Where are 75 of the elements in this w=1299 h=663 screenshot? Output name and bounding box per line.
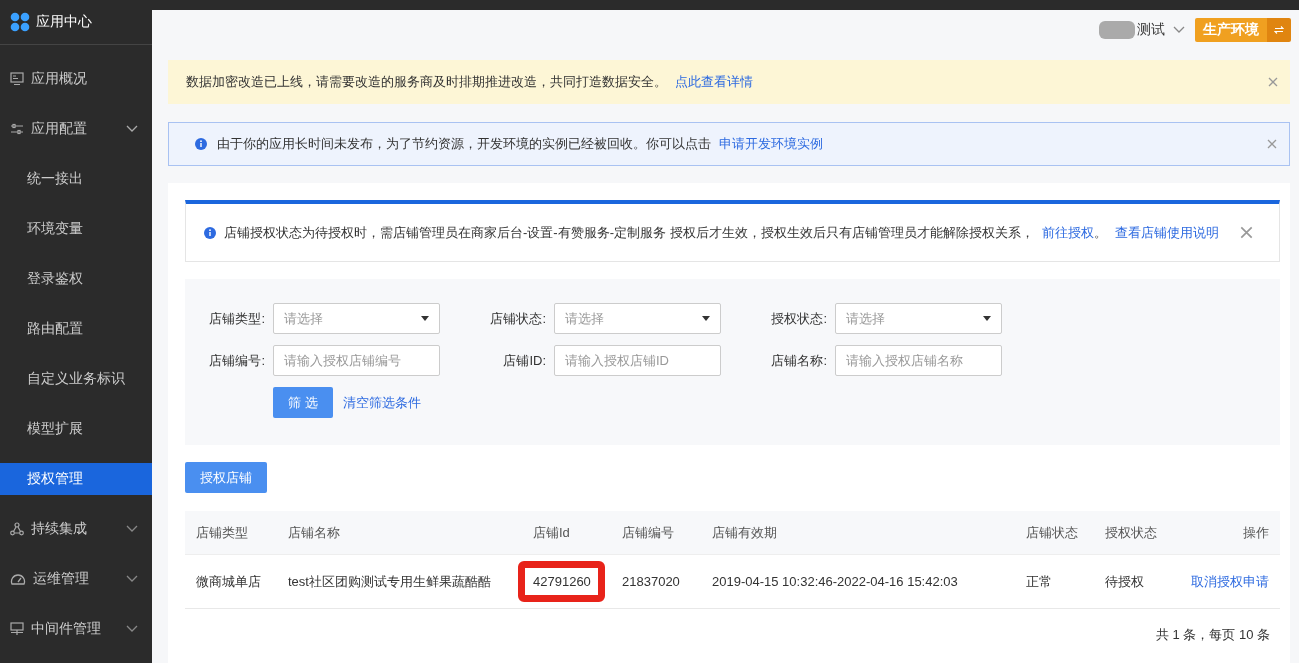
menu-item[interactable]: 自定义业务标识 (0, 363, 152, 395)
close-icon[interactable] (1267, 139, 1277, 149)
filter-label: 店铺状态: (489, 309, 546, 328)
menu-item[interactable]: 中间件管理 (0, 613, 152, 645)
menu-item[interactable]: 运维管理 (0, 563, 152, 595)
column-header: 店铺名称 (288, 523, 341, 542)
menu-item[interactable]: 应用概况 (0, 63, 152, 95)
close-icon[interactable] (1240, 226, 1253, 239)
alert-link[interactable]: 查看店铺使用说明 (1114, 224, 1219, 240)
select-field[interactable]: 请选择 (554, 303, 721, 334)
column-header: 操作 (1242, 523, 1269, 542)
nodes-icon (10, 522, 24, 536)
alert-text: 店铺授权状态为待授权时，需店铺管理员在商家后台-设置-有赞服务-定制服务 授权后才生效，授权生效后只有店铺管理员才能解除授权关系， 前往授权。 查看店铺使用说明 (224, 223, 1220, 242)
table-cell: test社区团购测试专用生鲜果蔬酷酷 (288, 573, 491, 589)
cancel-link[interactable]: 取消授权申请 (1191, 573, 1269, 589)
input-field[interactable]: 请输入授权店铺名称 (835, 345, 1002, 376)
input-field[interactable]: 请输入授权店铺编号 (273, 345, 440, 376)
chevron-down-icon[interactable] (126, 625, 138, 633)
filter-label: 店铺编号: (208, 351, 265, 370)
monitor-icon (10, 72, 24, 86)
menu-item[interactable]: 应用配置 (0, 113, 152, 145)
filter-label: 店铺名称: (770, 351, 827, 370)
dropdown-arrow-icon (983, 316, 991, 321)
app-title: 应用中心 (36, 13, 92, 31)
table-cell: 2019-04-15 10:32:46-2022-04-16 15:42:03 (712, 574, 958, 589)
gauge-icon (10, 572, 26, 586)
menu-item[interactable]: 登录鉴权 (0, 263, 152, 295)
filter-label: 店铺类型: (208, 309, 265, 328)
notice-text: 由于你的应用长时间未发布，为了节约资源，开发环境的实例已经被回收。你可以点击 申请开发环境实例 (217, 135, 824, 153)
notice-text: 数据加密改造已上线，请需要改造的服务商及时排期推进改造，共同打造数据安全。 点此查看详情 (186, 73, 754, 91)
dropdown-arrow-icon (702, 316, 710, 321)
sliders-icon (10, 122, 24, 136)
pagination-text: 共 1 条，每页 10 条 (1155, 626, 1270, 644)
column-header: 店铺Id (533, 523, 571, 542)
table-cell: 微商城单店 (196, 573, 261, 589)
info-icon (195, 138, 207, 150)
filter-label: 店铺ID: (502, 351, 546, 370)
alert-link[interactable]: 前往授权 (1041, 224, 1094, 240)
authorize-shop-button[interactable]: 授权店铺 (185, 462, 267, 493)
table-cell: 42791260 (533, 574, 591, 589)
table-cell: 21837020 (622, 574, 680, 589)
column-header: 店铺编号 (622, 523, 675, 542)
server-icon (10, 622, 24, 636)
chevron-down-icon[interactable] (126, 525, 138, 533)
chevron-down-icon[interactable] (126, 575, 138, 583)
app-grid-icon (10, 12, 30, 32)
chevron-down-icon[interactable] (126, 125, 138, 133)
column-header: 授权状态 (1105, 523, 1158, 542)
clear-filters-link[interactable]: 清空筛选条件 (342, 393, 421, 412)
menu-item[interactable]: 环境变量 (0, 213, 152, 245)
select-field[interactable]: 请选择 (835, 303, 1002, 334)
dropdown-arrow-icon (421, 316, 429, 321)
column-header: 店铺类型 (196, 523, 249, 542)
user-menu[interactable]: 测试 (1099, 21, 1185, 39)
info-icon (204, 226, 216, 239)
menu-item[interactable]: 持续集成 (0, 513, 152, 545)
table-cell: 正常 (1026, 573, 1052, 589)
filter-button[interactable]: 筛 选 (273, 387, 333, 418)
input-field[interactable]: 请输入授权店铺ID (554, 345, 721, 376)
menu-item[interactable]: 模型扩展 (0, 413, 152, 445)
notice-link[interactable]: 点此查看详情 (675, 74, 753, 89)
notice-link[interactable]: 申请开发环境实例 (719, 136, 823, 151)
filter-label: 授权状态: (770, 309, 827, 328)
menu-item[interactable]: 路由配置 (0, 313, 152, 345)
column-header: 店铺有效期 (712, 523, 778, 542)
close-icon[interactable] (1268, 77, 1278, 87)
swap-icon[interactable] (1267, 18, 1291, 42)
blurred-name (1099, 21, 1135, 39)
select-field[interactable]: 请选择 (273, 303, 440, 334)
column-header: 店铺状态 (1026, 523, 1079, 542)
menu-item[interactable]: 统一接出 (0, 163, 152, 195)
user-name: 测试 (1137, 21, 1165, 39)
table-cell: 待授权 (1105, 573, 1144, 589)
chevron-down-icon[interactable] (1173, 26, 1185, 34)
menu-item[interactable]: 授权管理 (0, 463, 152, 495)
